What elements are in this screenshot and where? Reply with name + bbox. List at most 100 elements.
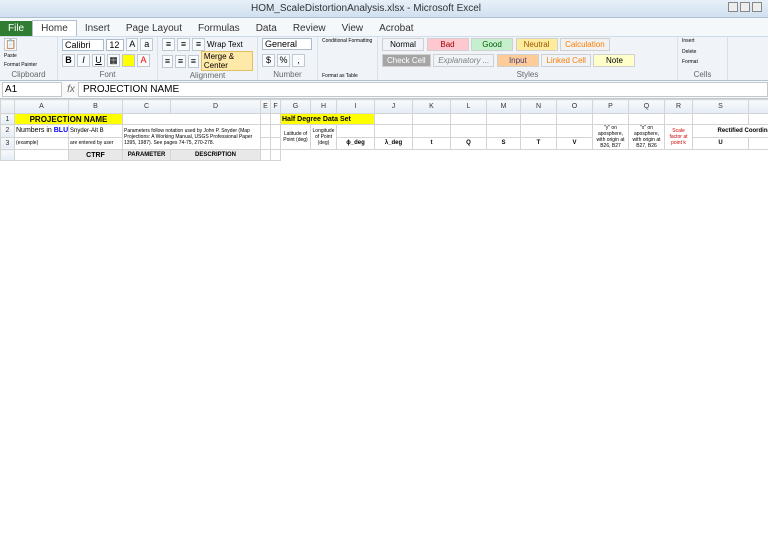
align-tl[interactable]: ≡ (162, 38, 175, 51)
font-name[interactable]: Calibri (62, 39, 104, 51)
col-header[interactable]: C (123, 100, 171, 114)
cell[interactable] (413, 125, 451, 138)
wrap-text[interactable]: Wrap Text (207, 40, 243, 49)
cell[interactable]: Snyder-Alt B (69, 125, 123, 138)
dec-font[interactable]: a (140, 38, 153, 51)
cell[interactable] (271, 150, 281, 161)
cell[interactable]: "y" on aposphere, with origin at B26, B2… (593, 125, 629, 150)
style-good[interactable]: Good (471, 38, 513, 51)
col-header[interactable]: M (487, 100, 521, 114)
col-header[interactable]: H (311, 100, 337, 114)
font-size[interactable]: 12 (106, 39, 124, 51)
cell[interactable] (451, 114, 487, 125)
col-header[interactable]: Q (629, 100, 665, 114)
align-bc[interactable]: ≡ (175, 55, 186, 68)
cell[interactable] (337, 125, 375, 138)
col-header[interactable]: T (749, 100, 768, 114)
align-br[interactable]: ≡ (188, 55, 199, 68)
cell[interactable]: Rectified Coordinates (693, 125, 768, 138)
cell[interactable]: S (487, 137, 521, 150)
col-header[interactable]: K (413, 100, 451, 114)
cell[interactable]: (example) (15, 137, 69, 150)
cell[interactable] (261, 150, 271, 161)
col-header[interactable]: P (593, 100, 629, 114)
merge-center[interactable]: Merge & Center (201, 51, 253, 71)
cell[interactable]: Latitude of Point (deg) (281, 125, 311, 150)
style-input[interactable]: Input (497, 54, 539, 67)
cell[interactable]: V (557, 137, 593, 150)
cells-format[interactable]: Format (682, 59, 723, 65)
cell[interactable] (557, 125, 593, 138)
style-expl[interactable]: Explanatory ... (433, 54, 494, 67)
cell[interactable]: PROJECTION NAME (15, 114, 123, 125)
conditional-formatting[interactable]: Conditional Formatting (322, 38, 373, 44)
format-painter-label[interactable]: Format Painter (4, 62, 53, 68)
col-header[interactable]: L (451, 100, 487, 114)
row-header[interactable]: 1 (1, 114, 15, 125)
cell[interactable] (521, 114, 557, 125)
cell[interactable]: are entered by user (69, 137, 123, 150)
row-header[interactable]: 3 (1, 137, 15, 150)
spreadsheet-grid[interactable]: ABCDEFGHIJKLMNOPQRSTU 1PROJECTION NAMEHa… (0, 99, 768, 545)
style-neutral[interactable]: Neutral (516, 38, 558, 51)
cell[interactable] (271, 125, 281, 138)
col-header[interactable]: B (69, 100, 123, 114)
tab-acrobat[interactable]: Acrobat (371, 21, 421, 36)
cell[interactable] (487, 114, 521, 125)
cell[interactable] (487, 125, 521, 138)
paste-button[interactable]: 📋 (4, 38, 17, 51)
col-header[interactable]: I (337, 100, 375, 114)
cell[interactable]: Numbers in BLUE (15, 125, 69, 138)
col-header[interactable]: N (521, 100, 557, 114)
border-button[interactable]: ▦ (107, 54, 120, 67)
tab-page-layout[interactable]: Page Layout (118, 21, 190, 36)
percent[interactable]: % (277, 54, 290, 67)
tab-home[interactable]: Home (32, 20, 77, 36)
cell[interactable] (271, 137, 281, 150)
style-linked[interactable]: Linked Cell (541, 54, 591, 67)
cell[interactable] (413, 114, 451, 125)
number-format[interactable]: General (262, 38, 312, 50)
row-header[interactable]: 2 (1, 125, 15, 138)
tab-insert[interactable]: Insert (77, 21, 118, 36)
cell[interactable]: CTRF (69, 150, 123, 161)
align-tc[interactable]: ≡ (177, 38, 190, 51)
tab-data[interactable]: Data (248, 21, 285, 36)
cell[interactable]: t (413, 137, 451, 150)
style-check[interactable]: Check Cell (382, 54, 431, 67)
cell[interactable] (693, 114, 749, 125)
tab-file[interactable]: File (0, 21, 32, 36)
cell[interactable] (375, 114, 413, 125)
cell[interactable] (261, 137, 271, 150)
cell[interactable] (375, 125, 413, 138)
cell[interactable]: U (693, 137, 749, 150)
cell[interactable]: Q (451, 137, 487, 150)
align-tr[interactable]: ≡ (192, 38, 205, 51)
col-header[interactable]: F (271, 100, 281, 114)
cells-delete[interactable]: Delete (682, 49, 723, 55)
cell[interactable]: Scale factor at point k (665, 125, 693, 150)
col-header[interactable] (1, 100, 15, 114)
tab-formulas[interactable]: Formulas (190, 21, 248, 36)
col-header[interactable]: G (281, 100, 311, 114)
tab-review[interactable]: Review (285, 21, 334, 36)
cell[interactable]: λ_deg (375, 137, 413, 150)
fx-icon[interactable]: fx (64, 84, 78, 95)
cell[interactable]: T (521, 137, 557, 150)
currency[interactable]: $ (262, 54, 275, 67)
cell[interactable] (123, 114, 261, 125)
bold-button[interactable]: B (62, 54, 75, 67)
col-header[interactable]: E (261, 100, 271, 114)
align-bl[interactable]: ≡ (162, 55, 173, 68)
cell[interactable]: Longitude of Point (deg) (311, 125, 337, 150)
cell[interactable] (593, 114, 629, 125)
cell[interactable]: DESCRIPTION (171, 150, 261, 161)
col-header[interactable]: A (15, 100, 69, 114)
tab-view[interactable]: View (334, 21, 372, 36)
cell[interactable] (261, 125, 271, 138)
underline-button[interactable]: U (92, 54, 105, 67)
col-header[interactable]: S (693, 100, 749, 114)
font-color[interactable]: A (137, 54, 150, 67)
style-normal[interactable]: Normal (382, 38, 424, 51)
cell[interactable] (521, 125, 557, 138)
